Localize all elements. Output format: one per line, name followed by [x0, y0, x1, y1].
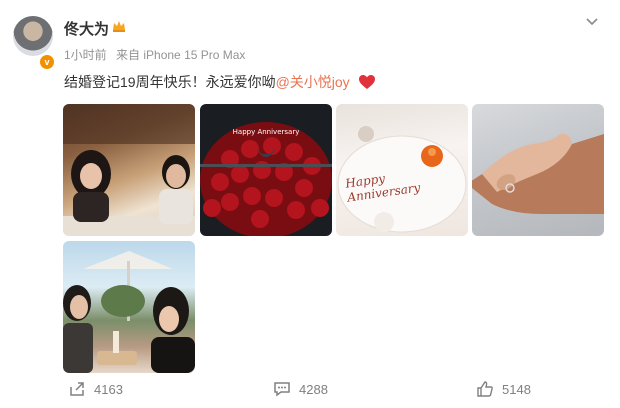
photo-anniversary-dessert[interactable]: Happy Anniversary	[336, 104, 468, 236]
post-meta: 1小时前 来自 iPhone 15 Pro Max	[64, 46, 251, 63]
like-count: 5148	[502, 381, 531, 397]
share-icon	[70, 382, 84, 396]
svg-text:Happy Anniversary: Happy Anniversary	[233, 128, 300, 136]
photo-couple-dinner[interactable]	[63, 104, 195, 236]
comment-count: 4288	[299, 381, 328, 397]
mention-link[interactable]: @关小悦joy	[276, 74, 350, 90]
post-source: 来自 iPhone 15 Pro Max	[116, 48, 246, 62]
share-button[interactable]: 4163	[68, 380, 123, 398]
photo-holding-hands[interactable]	[472, 104, 604, 236]
photo-roses-bouquet[interactable]: Happy Anniversary	[200, 104, 332, 236]
share-count: 4163	[94, 381, 123, 397]
post-action-bar: 4163 4288 5148	[0, 380, 620, 408]
verified-badge-icon: v	[38, 53, 56, 71]
photo-couple-terrace[interactable]	[63, 241, 195, 373]
chevron-down-icon[interactable]	[583, 13, 601, 31]
heart-emoji-icon	[358, 75, 375, 89]
comment-icon	[274, 382, 290, 397]
thumbs-up-icon	[477, 381, 493, 397]
like-button[interactable]: 5148	[476, 380, 531, 398]
post-body: 结婚登记19周年快乐！永远爱你呦	[64, 74, 276, 90]
post-time[interactable]: 1小时前	[64, 48, 107, 62]
post-text: 结婚登记19周年快乐！永远爱你呦@关小悦joy	[64, 72, 376, 92]
author-avatar[interactable]	[13, 16, 53, 56]
comment-button[interactable]: 4288	[273, 380, 328, 398]
author-name[interactable]: 佟大为	[64, 18, 109, 39]
crown-vip-icon	[113, 21, 125, 32]
